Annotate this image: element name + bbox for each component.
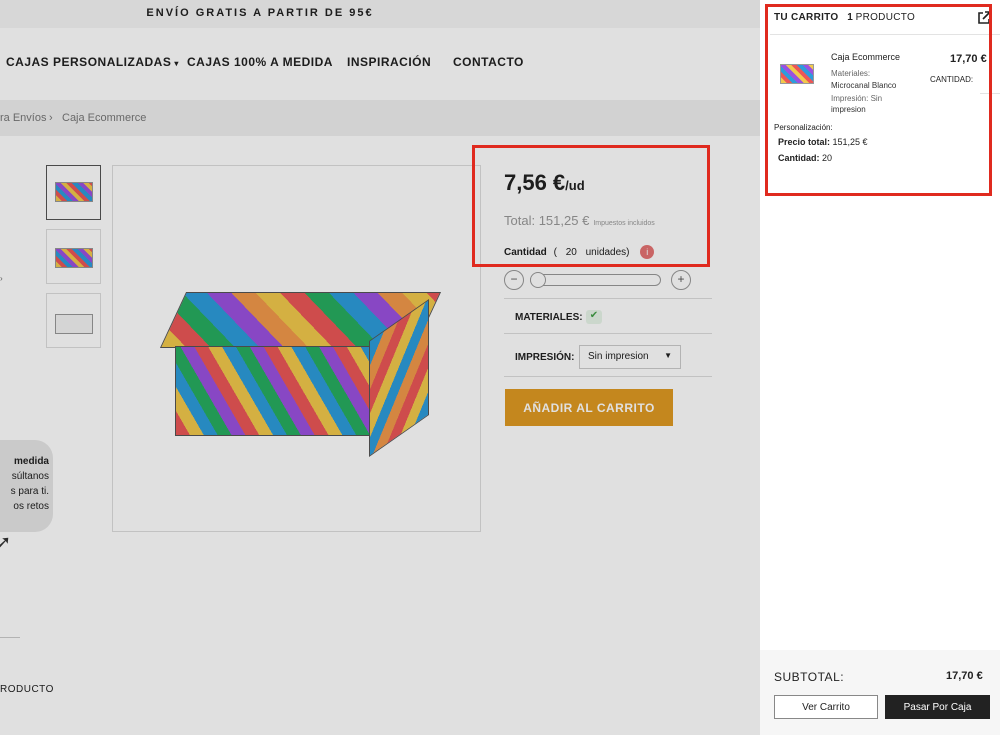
highlight-box-cart	[765, 4, 992, 196]
page-overlay[interactable]	[0, 0, 760, 735]
subtotal-value: 17,70 €	[946, 670, 983, 682]
checkout-button[interactable]: Pasar Por Caja	[885, 695, 990, 719]
highlight-box-price	[472, 145, 710, 267]
subtotal-label: SUBTOTAL:	[774, 670, 845, 684]
cart-footer: SUBTOTAL: 17,70 € Ver Carrito Pasar Por …	[760, 650, 1000, 735]
view-cart-button[interactable]: Ver Carrito	[774, 695, 878, 719]
